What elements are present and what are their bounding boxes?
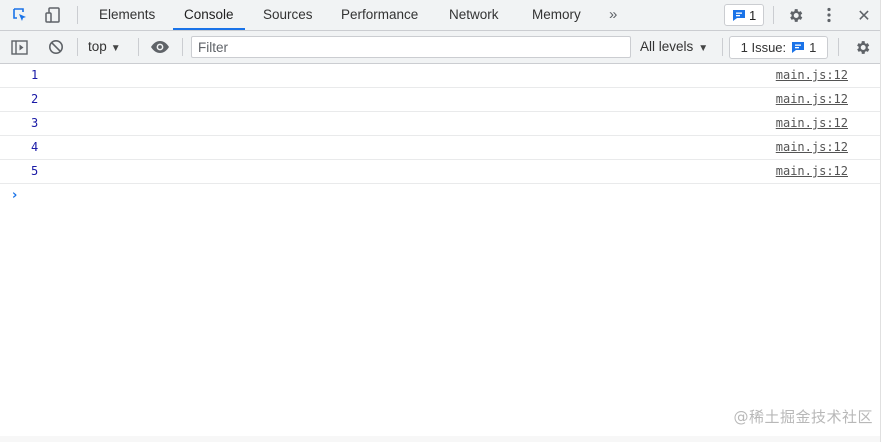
- tab-sources[interactable]: Sources: [263, 0, 313, 30]
- divider: [773, 6, 774, 24]
- issues-count: 1: [749, 7, 757, 23]
- divider: [77, 6, 78, 24]
- tab-elements[interactable]: Elements: [99, 0, 155, 30]
- panel-edge: [880, 0, 887, 442]
- console-settings-gear-icon[interactable]: [851, 37, 873, 57]
- source-link[interactable]: main.js:12: [776, 88, 848, 111]
- watermark: @稀土掘金技术社区: [733, 408, 873, 426]
- console-message-text: 1: [31, 68, 39, 82]
- tab-performance[interactable]: Performance: [341, 0, 418, 30]
- filter-input[interactable]: [191, 36, 631, 58]
- divider: [722, 38, 723, 56]
- console-message-row: 5 main.js:12: [0, 160, 880, 184]
- javascript-context-select[interactable]: top ▼: [88, 31, 121, 63]
- source-link[interactable]: main.js:12: [776, 112, 848, 135]
- prompt-chevron-icon: ›: [12, 188, 18, 203]
- levels-label: All levels: [640, 39, 694, 54]
- log-levels-dropdown[interactable]: All levels ▼: [640, 31, 708, 63]
- chevron-down-icon: ▼: [110, 43, 121, 54]
- console-message-text: 5: [31, 164, 39, 178]
- console-prompt[interactable]: ›: [0, 184, 880, 206]
- console-messages: 1 main.js:12 2 main.js:12 3 main.js:12 4…: [0, 64, 880, 206]
- issue-message-icon: [732, 9, 746, 22]
- chevron-down-icon: ▼: [698, 43, 709, 54]
- gear-icon[interactable]: [784, 4, 806, 26]
- tab-memory[interactable]: Memory: [532, 0, 581, 30]
- issues-label: 1 Issue:: [740, 40, 787, 55]
- console-message-text: 2: [31, 92, 39, 106]
- tab-network[interactable]: Network: [449, 0, 499, 30]
- tab-console[interactable]: Console: [173, 0, 245, 30]
- source-link[interactable]: main.js:12: [776, 64, 848, 87]
- device-toolbar-icon[interactable]: [41, 4, 65, 26]
- divider: [182, 38, 183, 56]
- show-sidebar-icon[interactable]: [8, 37, 30, 57]
- context-value: top: [88, 39, 107, 54]
- issue-message-icon: [791, 41, 805, 54]
- issues-button[interactable]: 1 Issue: 1: [729, 36, 828, 59]
- console-message-row: 2 main.js:12: [0, 88, 880, 112]
- more-tabs-button[interactable]: »: [609, 0, 617, 30]
- console-message-text: 3: [31, 116, 39, 130]
- console-message-row: 3 main.js:12: [0, 112, 880, 136]
- devtools-tab-bar: Elements Console Sources Performance Net…: [0, 0, 880, 31]
- clear-console-icon[interactable]: [45, 37, 67, 57]
- console-message-row: 1 main.js:12: [0, 64, 880, 88]
- console-toolbar: top▼ All levels▼ 1 Issue: 1: [0, 31, 880, 64]
- bottom-strip: [0, 436, 880, 442]
- kebab-menu-icon[interactable]: [818, 4, 840, 26]
- issues-counter-badge[interactable]: 1: [724, 4, 764, 26]
- console-message-text: 4: [31, 140, 39, 154]
- divider: [838, 38, 839, 56]
- console-message-row: 4 main.js:12: [0, 136, 880, 160]
- issues-count: 1: [809, 40, 817, 55]
- source-link[interactable]: main.js:12: [776, 136, 848, 159]
- source-link[interactable]: main.js:12: [776, 160, 848, 183]
- close-icon[interactable]: ✕: [853, 4, 875, 26]
- divider: [138, 38, 139, 56]
- live-expression-icon[interactable]: [148, 37, 172, 57]
- inspect-element-icon[interactable]: [8, 4, 32, 26]
- divider: [77, 38, 78, 56]
